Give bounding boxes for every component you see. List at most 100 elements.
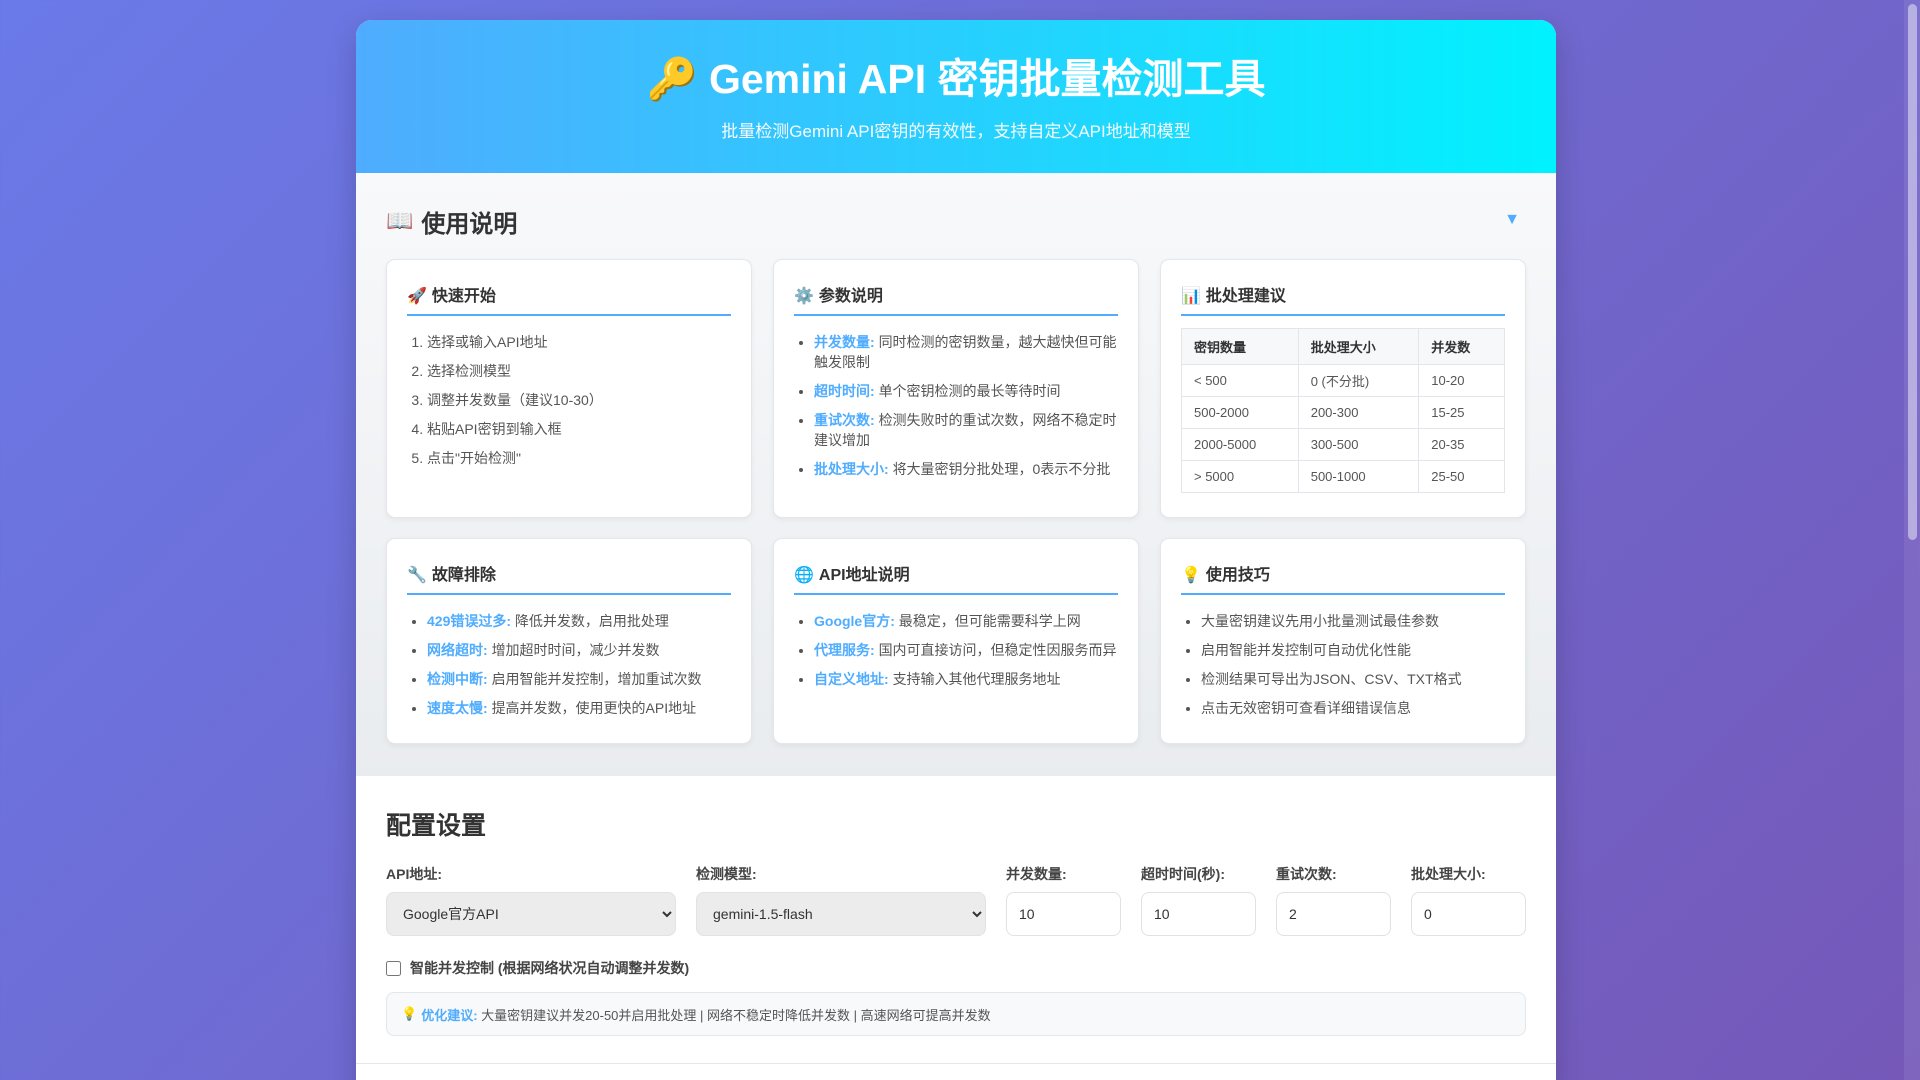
api-list: Google官方: 最稳定，但可能需要科学上网代理服务: 国内可直接访问，但稳定… — [794, 611, 1118, 689]
list-item: 速度太慢: 提高并发数，使用更快的API地址 — [427, 698, 731, 718]
item-key: 429错误过多: — [427, 613, 512, 629]
concurrency-input[interactable] — [1006, 892, 1121, 936]
item-text: 支持输入其他代理服务地址 — [892, 671, 1061, 687]
api-url-group: API地址: Google官方API — [386, 864, 676, 936]
tips-list: 大量密钥建议先用小批量测试最佳参数启用智能并发控制可自动优化性能检测结果可导出为… — [1181, 611, 1505, 718]
list-item: 点击无效密钥可查看详细错误信息 — [1201, 698, 1505, 718]
table-cell: 25-50 — [1418, 460, 1505, 493]
item-key: 超时时间: — [814, 383, 875, 399]
rocket-icon: 🚀 — [407, 288, 427, 305]
table-header-cell: 批处理大小 — [1297, 328, 1420, 365]
instructions-section: 📖 使用说明 ▼ 🚀快速开始 选择或输入API地址选择检测模型调整并发数量（建议… — [356, 173, 1556, 776]
list-item: 网络超时: 增加超时时间，减少并发数 — [427, 640, 731, 660]
api-url-label: API地址: — [386, 866, 442, 882]
list-item: 大量密钥建议先用小批量测试最佳参数 — [1201, 611, 1505, 631]
smart-concurrency-label: 智能并发控制 (根据网络状况自动调整并发数) — [410, 960, 690, 976]
batch-size-group: 批处理大小: — [1411, 864, 1526, 936]
table-cell: 10-20 — [1418, 364, 1505, 397]
table-header-cell: 密钥数量 — [1181, 328, 1299, 365]
list-item: 选择检测模型 — [427, 361, 731, 381]
list-item: 粘贴API密钥到输入框 — [427, 419, 731, 439]
card-title: 🔧 故障排除 — [407, 561, 731, 595]
table-cell: > 5000 — [1181, 460, 1299, 493]
header: 🔑 Gemini API 密钥批量检测工具 批量检测Gemini API密钥的有… — [356, 20, 1556, 173]
chart-icon: 📊 — [1181, 288, 1201, 305]
card-title: 🚀 快速开始 — [407, 282, 731, 316]
item-key: 自定义地址: — [814, 671, 889, 687]
list-item: 选择或输入API地址 — [427, 332, 731, 352]
item-key: 网络超时: — [427, 642, 488, 658]
item-key: 重试次数: — [814, 412, 875, 428]
table-cell: 0 (不分批) — [1297, 364, 1420, 397]
scrollbar-thumb[interactable] — [1908, 4, 1917, 540]
config-title: 配置设置 — [386, 812, 487, 840]
table-cell: 500-2000 — [1181, 396, 1299, 429]
card-title: ⚙️ 参数说明 — [794, 282, 1118, 316]
list-item: 点击"开始检测" — [427, 448, 731, 468]
item-key: Google官方: — [814, 613, 895, 629]
list-item: 并发数量: 同时检测的密钥数量，越大越快但可能触发限制 — [814, 332, 1118, 372]
timeout-label: 超时时间(秒): — [1141, 866, 1225, 882]
table-cell: 200-300 — [1297, 396, 1420, 429]
item-text: 单个密钥检测的最长等待时间 — [878, 383, 1061, 399]
page-title: 🔑 Gemini API 密钥批量检测工具 — [356, 54, 1556, 104]
item-key: 批处理大小: — [814, 461, 889, 477]
instructions-header[interactable]: 📖 使用说明 — [386, 203, 1526, 239]
collapse-toggle-icon[interactable]: ▼ — [1504, 211, 1520, 229]
batch-size-input[interactable] — [1411, 892, 1526, 936]
api-url-select[interactable]: Google官方API — [386, 892, 676, 936]
optimization-tip: 💡 优化建议: 大量密钥建议并发20-50并启用批处理 | 网络不稳定时降低并发… — [386, 992, 1526, 1036]
item-text: 国内可直接访问，但稳定性因服务而异 — [878, 642, 1117, 658]
list-item: 启用智能并发控制可自动优化性能 — [1201, 640, 1505, 660]
retry-input[interactable] — [1276, 892, 1391, 936]
item-text: 将大量密钥分批处理，0表示不分批 — [892, 461, 1111, 477]
card-title: 🌐 API地址说明 — [794, 561, 1118, 595]
item-text: 最稳定，但可能需要科学上网 — [898, 613, 1081, 629]
item-key: 检测中断: — [427, 671, 488, 687]
lightbulb-icon: 💡 — [401, 1006, 418, 1021]
table-row: > 5000 500-1000 25-50 — [1181, 460, 1505, 493]
table-header-row: 密钥数量 批处理大小 并发数 — [1181, 328, 1505, 365]
table-header-cell: 并发数 — [1418, 328, 1505, 365]
list-item: 重试次数: 检测失败时的重试次数，网络不稳定时建议增加 — [814, 410, 1118, 450]
config-form-row: API地址: Google官方API 检测模型: gemini-1.5-flas… — [386, 864, 1526, 936]
model-select[interactable]: gemini-1.5-flash — [696, 892, 986, 936]
list-item: 检测结果可导出为JSON、CSV、TXT格式 — [1201, 669, 1505, 689]
timeout-group: 超时时间(秒): — [1141, 864, 1256, 936]
item-key: 速度太慢: — [427, 700, 488, 716]
table-row: < 500 0 (不分批) 10-20 — [1181, 364, 1505, 397]
quick-start-steps: 选择或输入API地址选择检测模型调整并发数量（建议10-30） 粘贴API密钥到输… — [407, 332, 731, 468]
table-cell: 500-1000 — [1297, 460, 1420, 493]
tip-text: 大量密钥建议并发20-50并启用批处理 | 网络不稳定时降低并发数 | 高速网络… — [481, 1007, 991, 1023]
config-section: 配置设置 API地址: Google官方API 检测模型: gemini-1.5… — [356, 776, 1556, 1036]
table-cell: 2000-5000 — [1181, 428, 1299, 461]
timeout-input[interactable] — [1141, 892, 1256, 936]
tip-key: 优化建议: — [421, 1007, 478, 1023]
list-item: Google官方: 最稳定，但可能需要科学上网 — [814, 611, 1118, 631]
smart-concurrency-checkbox[interactable] — [386, 960, 401, 976]
instructions-row-2: 🔧故障排除 429错误过多: 降低并发数，启用批处理网络超时: 增加超时时间，减… — [386, 538, 1526, 744]
page-scrollbar[interactable] — [1904, 0, 1920, 1080]
card-quick-start: 🚀快速开始 选择或输入API地址选择检测模型调整并发数量（建议10-30） 粘贴A… — [386, 259, 752, 518]
page-subtitle: 批量检测Gemini API密钥的有效性，支持自定义API地址和模型 — [721, 122, 1191, 141]
item-text: 启用智能并发控制，增加重试次数 — [491, 671, 702, 687]
list-item: 代理服务: 国内可直接访问，但稳定性因服务而异 — [814, 640, 1118, 660]
model-group: 检测模型: gemini-1.5-flash — [696, 864, 986, 936]
globe-icon: 🌐 — [794, 567, 814, 584]
item-text: 降低并发数，启用批处理 — [514, 613, 669, 629]
list-item: 429错误过多: 降低并发数，启用批处理 — [427, 611, 731, 631]
list-item: 检测中断: 启用智能并发控制，增加重试次数 — [427, 669, 731, 689]
retry-group: 重试次数: — [1276, 864, 1391, 936]
lightbulb-icon: 💡 — [1181, 567, 1201, 584]
concurrency-label: 并发数量: — [1006, 866, 1067, 882]
page-title-text: Gemini API 密钥批量检测工具 — [708, 56, 1266, 102]
list-item: 批处理大小: 将大量密钥分批处理，0表示不分批 — [814, 459, 1118, 479]
list-item: 调整并发数量（建议10-30） — [427, 390, 731, 410]
card-title: 📊 批处理建议 — [1181, 282, 1505, 316]
smart-concurrency-row[interactable]: 智能并发控制 (根据网络状况自动调整并发数) — [386, 958, 1526, 978]
card-api: 🌐API地址说明 Google官方: 最稳定，但可能需要科学上网代理服务: 国内… — [773, 538, 1139, 744]
item-key: 并发数量: — [814, 334, 875, 350]
instructions-row-1: 🚀快速开始 选择或输入API地址选择检测模型调整并发数量（建议10-30） 粘贴A… — [386, 259, 1526, 518]
list-item: 超时时间: 单个密钥检测的最长等待时间 — [814, 381, 1118, 401]
table-cell: 300-500 — [1297, 428, 1420, 461]
